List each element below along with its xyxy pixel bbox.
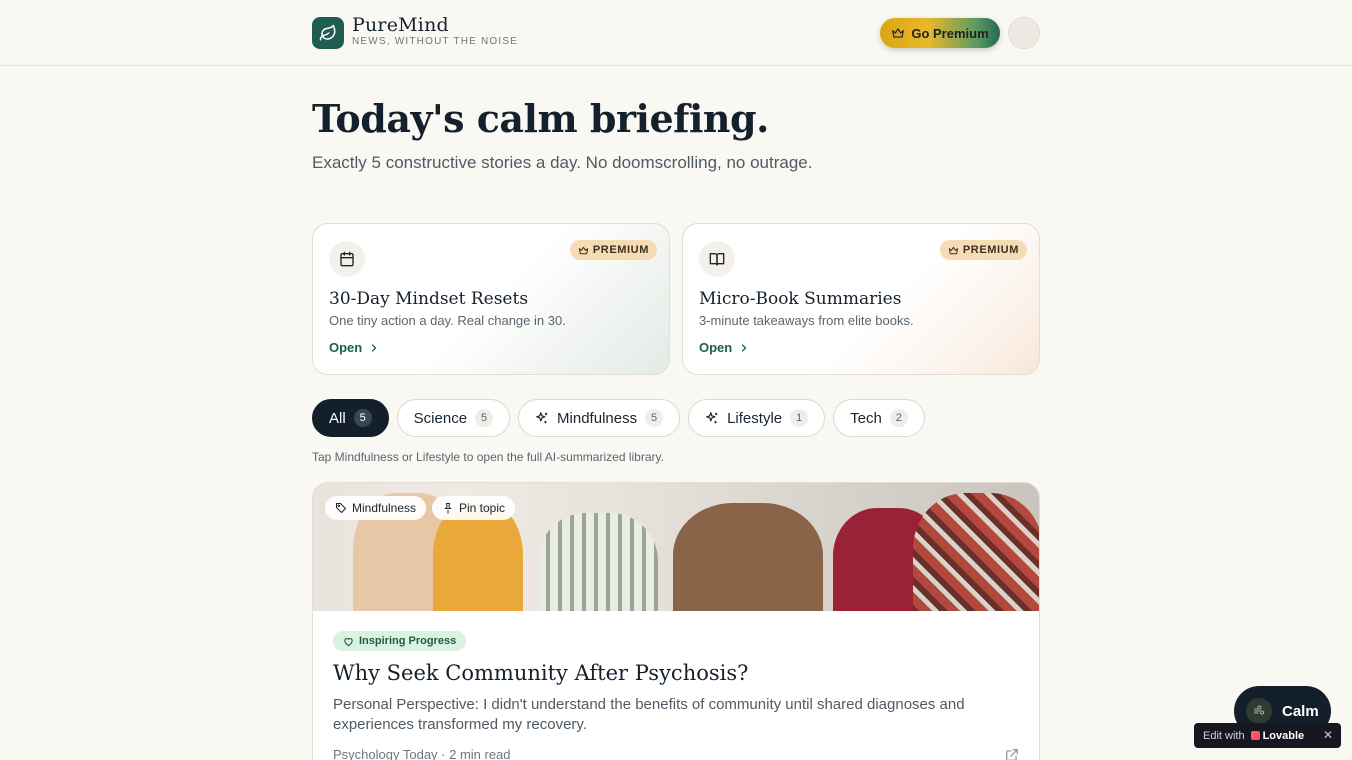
filter-count: 1 <box>790 409 809 427</box>
wind-icon <box>1246 698 1272 724</box>
go-premium-label: Go Premium <box>911 25 989 41</box>
brand-name[interactable]: PureMind <box>352 14 449 36</box>
status-badge: Inspiring Progress <box>333 631 467 651</box>
article-image: Mindfulness Pin topic <box>313 483 1039 611</box>
premium-badge: PREMIUM <box>569 240 657 260</box>
filter-all[interactable]: All 5 <box>312 399 389 437</box>
pin-topic-label: Pin topic <box>459 501 506 515</box>
topic-tag-label: Mindfulness <box>352 501 417 515</box>
external-link-icon[interactable] <box>1005 748 1019 760</box>
open-label: Open <box>699 340 733 355</box>
avatar[interactable] <box>1008 17 1040 49</box>
mindset-resets-card[interactable]: PREMIUM 30-Day Mindset Resets One tiny a… <box>312 223 670 375</box>
filter-count: 2 <box>889 409 908 427</box>
page-subtitle: Exactly 5 constructive stories a day. No… <box>312 153 813 172</box>
pin-topic-button[interactable]: Pin topic <box>432 496 516 520</box>
sparkles-icon <box>536 412 548 424</box>
category-filters: All 5 Science 5 Mindfulness 5 Lifestyle … <box>312 399 925 437</box>
status-badge-label: Inspiring Progress <box>359 635 457 647</box>
premium-badge-label: PREMIUM <box>592 244 649 256</box>
filter-label: Tech <box>850 409 882 427</box>
tagline: NEWS, WITHOUT THE NOISE <box>352 36 519 47</box>
close-icon[interactable]: ✕ <box>1323 728 1333 742</box>
go-premium-button[interactable]: Go Premium <box>880 18 1000 48</box>
calm-mode-label: Calm <box>1282 702 1319 720</box>
filter-mindfulness[interactable]: Mindfulness 5 <box>518 399 681 437</box>
book-icon <box>699 241 735 277</box>
article-card[interactable]: Mindfulness Pin topic Inspiring Progress… <box>312 482 1040 760</box>
lovable-name: Lovable <box>1262 729 1305 742</box>
filter-label: Science <box>413 409 468 427</box>
chevron-right-icon <box>742 343 747 352</box>
filter-lifestyle[interactable]: Lifestyle 1 <box>688 399 826 437</box>
filter-count: 5 <box>353 409 372 427</box>
card-description: One tiny action a day. Real change in 30… <box>329 313 566 328</box>
premium-badge-label: PREMIUM <box>962 244 1019 256</box>
calendar-icon <box>329 241 365 277</box>
filter-hint: Tap Mindfulness or Lifestyle to open the… <box>312 450 664 464</box>
filter-count: 5 <box>645 409 664 427</box>
article-summary: Personal Perspective: I didn't understan… <box>333 696 965 733</box>
filter-science[interactable]: Science 5 <box>396 399 511 437</box>
lovable-logo: Lovable <box>1250 729 1305 742</box>
premium-badge: PREMIUM <box>939 240 1027 260</box>
crown-icon <box>892 28 905 38</box>
card-title: Micro-Book Summaries <box>699 289 902 309</box>
open-label: Open <box>329 340 363 355</box>
article-title[interactable]: Why Seek Community After Psychosis? <box>333 661 748 685</box>
crown-icon <box>948 246 958 254</box>
filter-label: Lifestyle <box>727 409 783 427</box>
open-link[interactable]: Open <box>329 340 380 355</box>
filter-count: 5 <box>475 409 494 427</box>
sparkles-icon <box>706 412 718 424</box>
edit-with-lovable-badge[interactable]: Edit with Lovable ✕ <box>1194 723 1341 748</box>
open-link[interactable]: Open <box>699 340 750 355</box>
top-bar: PureMind NEWS, WITHOUT THE NOISE Go Prem… <box>0 0 1352 66</box>
lovable-prefix: Edit with <box>1203 729 1245 742</box>
crown-icon <box>578 246 588 254</box>
card-title: 30-Day Mindset Resets <box>329 289 529 309</box>
filter-label: Mindfulness <box>557 409 638 427</box>
filter-label: All <box>329 409 346 427</box>
article-meta: Psychology Today · 2 min read <box>333 747 511 760</box>
micro-book-card[interactable]: PREMIUM Micro-Book Summaries 3-minute ta… <box>682 223 1040 375</box>
leaf-icon[interactable] <box>312 17 344 49</box>
chevron-right-icon <box>372 343 377 352</box>
topic-tag[interactable]: Mindfulness <box>325 496 427 520</box>
lovable-heart-icon <box>1250 731 1260 740</box>
pin-icon <box>444 503 452 514</box>
tag-icon <box>336 503 346 513</box>
filter-tech[interactable]: Tech 2 <box>833 399 925 437</box>
page-title: Today's calm briefing. <box>312 96 769 141</box>
heart-icon <box>344 637 353 646</box>
card-description: 3-minute takeaways from elite books. <box>699 313 914 328</box>
